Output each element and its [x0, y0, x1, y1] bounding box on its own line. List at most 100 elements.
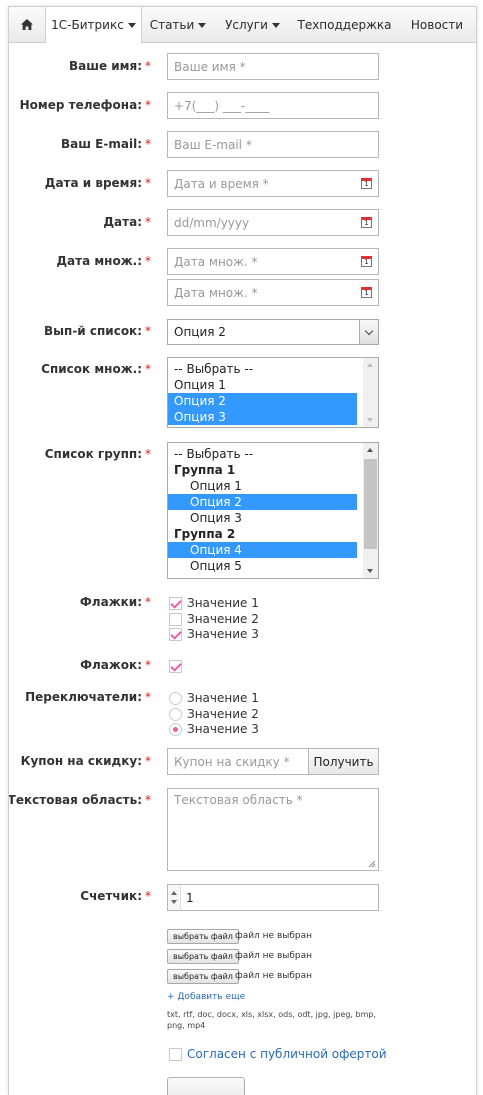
scrollbar[interactable]	[363, 443, 378, 578]
caret-down-icon	[198, 22, 207, 28]
datetime-label: Дата и время: *	[44, 176, 151, 190]
scrollbar[interactable]	[363, 358, 378, 427]
dropdown-select[interactable]: Опция 2	[167, 319, 379, 345]
list-option-selected[interactable]: Опция 2	[168, 393, 357, 409]
calendar-icon[interactable]: 1	[361, 287, 372, 298]
submit-button[interactable]	[167, 1077, 245, 1095]
list-option[interactable]: -- Выбрать --	[168, 361, 357, 377]
checkboxes-label: Флажки: *	[79, 595, 151, 609]
list-option-selected[interactable]: Опция 3	[168, 409, 357, 425]
list-option[interactable]: Опция 1	[168, 377, 357, 393]
required-mark: *	[145, 658, 151, 672]
nav-home[interactable]	[9, 7, 45, 42]
agreement-link[interactable]: Согласен с публичной офертой	[187, 1047, 387, 1061]
required-mark: *	[145, 754, 151, 768]
multiselect-label: Список множ.: *	[41, 362, 151, 376]
checkbox[interactable]	[169, 612, 182, 626]
dropdown-button[interactable]	[359, 320, 378, 344]
add-more-files-link[interactable]: + Добавить еще	[167, 992, 245, 1002]
nav-item-1c-bitrix[interactable]: 1С-Битрикс	[45, 7, 142, 43]
scroll-down-icon[interactable]	[367, 569, 373, 573]
allowed-extensions: txt, rtf, doc, docx, xls, xlsx, ods, odt…	[167, 1010, 376, 1030]
single-checkbox-label: Флажок: *	[80, 658, 151, 672]
checkbox[interactable]	[169, 627, 182, 641]
scroll-down-icon[interactable]	[367, 418, 373, 422]
list-option[interactable]: -- Выбрать --	[168, 446, 357, 462]
page-frame: 1С-Битрикс Статьи Услуги Техподдержка Но…	[8, 6, 477, 1095]
checkbox[interactable]	[169, 1047, 182, 1061]
list-option[interactable]: Опция 1	[168, 478, 357, 494]
required-mark: *	[145, 324, 151, 338]
choose-file-button[interactable]: выбрать файл	[167, 969, 239, 984]
radio-button[interactable]	[169, 722, 182, 736]
checkbox-item[interactable]: Значение 2	[169, 611, 259, 627]
date-label: Дата: *	[103, 215, 151, 229]
list-option-selected[interactable]: Опция 2	[168, 494, 357, 510]
coupon-label: Купон на скидку: *	[20, 754, 151, 768]
counter-input[interactable]: 1	[167, 884, 379, 911]
choose-file-button[interactable]: выбрать файл	[167, 929, 239, 944]
radios-label: Переключатели: *	[25, 690, 151, 704]
select-label: Вып-й список: *	[44, 324, 151, 338]
radio-item[interactable]: Значение 2	[169, 706, 259, 722]
scroll-up-icon[interactable]	[367, 363, 373, 367]
list-group-header: Группа 1	[174, 463, 236, 477]
checkbox-item[interactable]: Значение 1	[169, 595, 259, 611]
nav-item-articles[interactable]: Статьи	[142, 7, 214, 42]
nav-item-services[interactable]: Услуги	[214, 7, 291, 42]
caret-down-icon	[271, 22, 280, 28]
nav-item-label: Статьи	[149, 17, 195, 32]
required-mark: *	[145, 215, 151, 229]
required-mark: *	[145, 889, 151, 903]
dates-multi-input-1[interactable]: Дата множ. * 1	[167, 248, 379, 275]
checkbox[interactable]	[169, 596, 182, 610]
scroll-up-icon[interactable]	[367, 448, 373, 452]
counter-stepper[interactable]	[168, 885, 181, 910]
textarea-label: Текстовая область: *	[8, 793, 151, 807]
counter-label: Счетчик: *	[80, 889, 151, 903]
email-input[interactable]: Ваш E-mail *	[167, 131, 379, 158]
textarea[interactable]: Текстовая область *	[167, 788, 379, 871]
agreement-checkbox-row[interactable]: Согласен с публичной офертой	[169, 1047, 387, 1061]
nav-item-label: Техподдержка	[297, 17, 392, 32]
single-checkbox-item[interactable]	[169, 658, 187, 674]
radio-button[interactable]	[169, 691, 182, 705]
decrement-icon[interactable]	[171, 900, 177, 904]
scrollbar-thumb[interactable]	[364, 459, 377, 549]
required-mark: *	[145, 59, 151, 73]
required-mark: *	[145, 595, 151, 609]
date-input[interactable]: dd/mm/yyyy 1	[167, 209, 379, 236]
datetime-input[interactable]: Дата и время * 1	[167, 170, 379, 197]
calendar-icon[interactable]: 1	[361, 178, 372, 189]
radio-button[interactable]	[169, 707, 182, 721]
phone-label: Номер телефона: *	[19, 98, 151, 112]
chevron-down-icon	[364, 326, 374, 335]
nav-item-label: Услуги	[225, 17, 268, 32]
dates-multi-label: Дата множ.: *	[56, 254, 151, 268]
phone-input[interactable]: +7(___) ___-____	[167, 92, 379, 119]
nav-item-support[interactable]: Техподдержка	[291, 7, 398, 42]
grouped-list[interactable]: -- Выбрать -- Группа 1 Опция 1 Опция 2 О…	[167, 442, 379, 579]
list-option-selected[interactable]: Опция 4	[168, 542, 357, 558]
coupon-input[interactable]: Купон на скидку *	[167, 748, 309, 775]
radio-item[interactable]: Значение 3	[169, 721, 259, 737]
list-option[interactable]: Опция 3	[168, 510, 357, 526]
checkbox-item[interactable]: Значение 3	[169, 626, 259, 642]
calendar-icon[interactable]: 1	[361, 217, 372, 228]
nav-item-news[interactable]: Новости	[398, 7, 476, 42]
resize-handle-icon[interactable]	[368, 860, 376, 868]
caret-down-icon	[127, 23, 136, 28]
required-mark: *	[145, 137, 151, 151]
multiselect-list[interactable]: -- Выбрать -- Опция 1 Опция 2 Опция 3	[167, 357, 379, 428]
radio-item[interactable]: Значение 1	[169, 690, 259, 706]
checkbox[interactable]	[169, 659, 182, 673]
required-mark: *	[145, 98, 151, 112]
increment-icon[interactable]	[171, 891, 177, 895]
dates-multi-input-2[interactable]: Дата множ. * 1	[167, 279, 379, 306]
calendar-icon[interactable]: 1	[361, 256, 372, 267]
list-option[interactable]: Опция 5	[168, 558, 357, 574]
choose-file-button[interactable]: выбрать файл	[167, 949, 239, 964]
top-nav: 1С-Битрикс Статьи Услуги Техподдержка Но…	[9, 7, 476, 43]
name-input[interactable]: Ваше имя *	[167, 53, 379, 80]
get-coupon-button[interactable]: Получить	[308, 748, 379, 775]
